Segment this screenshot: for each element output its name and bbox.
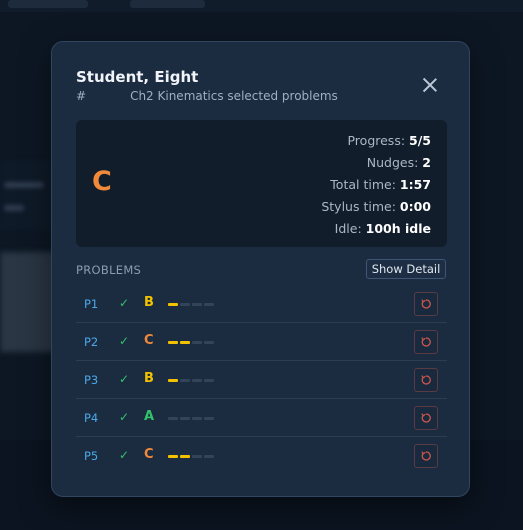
background-topbar	[0, 0, 523, 12]
nudge-bar	[192, 341, 202, 344]
assignment-hash: #	[76, 89, 87, 103]
undo-icon	[421, 413, 431, 423]
retry-button[interactable]	[414, 330, 438, 354]
check-icon: ✓	[119, 334, 130, 348]
nudge-bar	[204, 303, 214, 306]
stat-total-time: Total time: 1:57	[330, 177, 431, 192]
problem-grade: A	[144, 409, 155, 424]
show-detail-button[interactable]: Show Detail	[366, 259, 446, 279]
problem-grade: C	[144, 447, 154, 462]
stat-idle: Idle: 100h idle	[334, 221, 431, 236]
problem-row: P5 ✓ C	[76, 437, 447, 475]
background-text	[4, 182, 44, 188]
nudge-bar	[168, 341, 178, 344]
nudge-bar	[168, 379, 178, 382]
undo-icon	[421, 451, 431, 461]
student-name: Student, Eight	[76, 68, 199, 86]
problem-grade: B	[144, 371, 154, 386]
problem-label[interactable]: P4	[84, 411, 98, 425]
nudge-bar	[168, 455, 178, 458]
nudge-bar	[192, 455, 202, 458]
problem-grade: C	[144, 333, 154, 348]
background-tab	[130, 0, 205, 8]
stat-stylus-time: Stylus time: 0:00	[321, 199, 431, 214]
nudge-bar	[180, 417, 190, 420]
assignment-title: Ch2 Kinematics selected problems	[130, 89, 338, 103]
undo-icon	[421, 299, 431, 309]
problem-grade: B	[144, 295, 154, 310]
check-icon: ✓	[119, 372, 130, 386]
nudge-bar	[204, 379, 214, 382]
nudge-bars	[168, 341, 216, 344]
close-icon[interactable]	[418, 73, 442, 97]
problem-label[interactable]: P3	[84, 373, 98, 387]
nudge-bars	[168, 417, 216, 420]
problem-label[interactable]: P1	[84, 297, 98, 311]
nudge-bars	[168, 379, 216, 382]
problem-row: P4 ✓ A	[76, 399, 447, 437]
nudge-bar	[204, 341, 214, 344]
retry-button[interactable]	[414, 368, 438, 392]
check-icon: ✓	[119, 448, 130, 462]
problem-row: P3 ✓ B	[76, 361, 447, 399]
undo-icon	[421, 375, 431, 385]
problems-heading: PROBLEMS	[76, 263, 142, 277]
nudge-bar	[180, 455, 190, 458]
nudge-bar	[180, 341, 190, 344]
stat-progress: Progress: 5/5	[347, 133, 431, 148]
problem-row: P1 ✓ B	[76, 285, 447, 323]
stats-list: Progress: 5/5 Nudges: 2 Total time: 1:57…	[321, 130, 431, 240]
problem-row: P2 ✓ C	[76, 323, 447, 361]
check-icon: ✓	[119, 296, 130, 310]
nudge-bar	[180, 303, 190, 306]
background-text	[4, 205, 24, 211]
problem-label[interactable]: P2	[84, 335, 98, 349]
nudge-bar	[192, 303, 202, 306]
overall-grade: C	[92, 166, 112, 197]
nudge-bar	[192, 417, 202, 420]
student-detail-modal: Student, Eight # Ch2 Kinematics selected …	[51, 41, 470, 497]
nudge-bar	[168, 417, 178, 420]
nudge-bar	[180, 379, 190, 382]
retry-button[interactable]	[414, 406, 438, 430]
nudge-bar	[204, 417, 214, 420]
nudge-bar	[192, 379, 202, 382]
assignment-subtitle: # Ch2 Kinematics selected problems	[76, 89, 338, 103]
retry-button[interactable]	[414, 292, 438, 316]
undo-icon	[421, 337, 431, 347]
nudge-bars	[168, 303, 216, 306]
summary-card: C Progress: 5/5 Nudges: 2 Total time: 1:…	[76, 120, 447, 247]
retry-button[interactable]	[414, 444, 438, 468]
problem-label[interactable]: P5	[84, 449, 98, 463]
stat-nudges: Nudges: 2	[366, 155, 431, 170]
background-tab	[8, 0, 88, 8]
nudge-bar	[168, 303, 178, 306]
nudge-bar	[204, 455, 214, 458]
check-icon: ✓	[119, 410, 130, 424]
nudge-bars	[168, 455, 216, 458]
